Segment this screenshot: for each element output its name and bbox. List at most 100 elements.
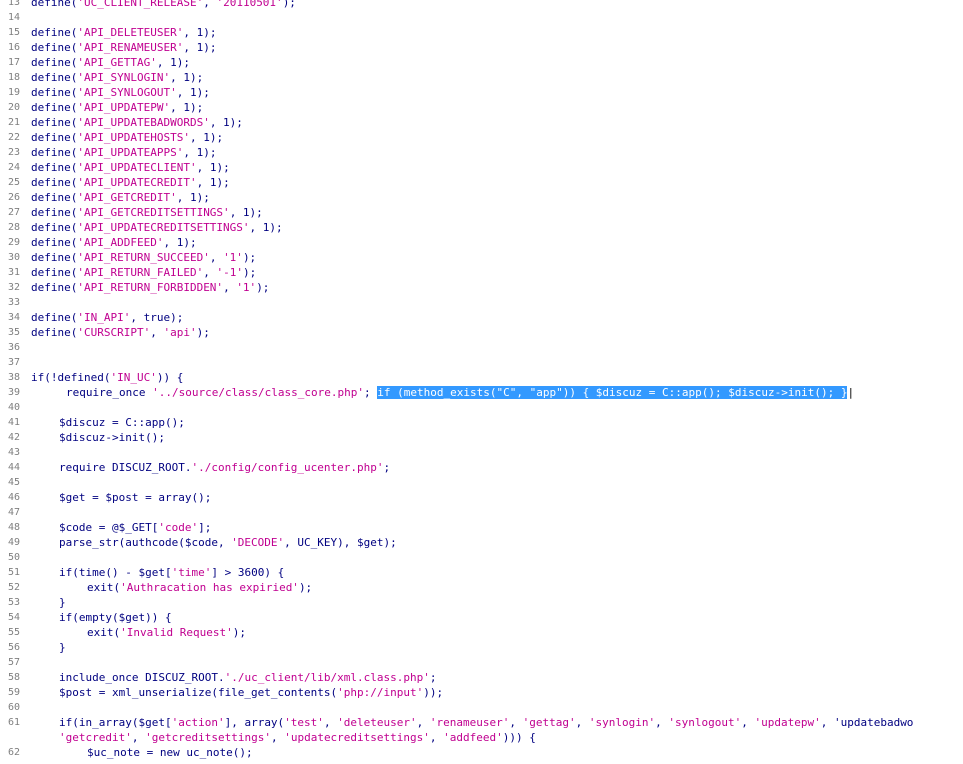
code-line[interactable]: 15 define('API_DELETEUSER', 1); <box>0 25 963 40</box>
line-number: 24 <box>7 162 20 173</box>
string-literal: 'CURSCRIPT' <box>77 326 151 339</box>
code-line[interactable]: 54 if(empty($get)) { <box>0 610 963 625</box>
code-line[interactable]: 47 <box>0 505 963 520</box>
code-line[interactable]: 37 <box>0 355 963 370</box>
code-text: $discuz = C::app(); <box>59 416 185 429</box>
code-text: $uc_note = new uc_note(); <box>87 746 253 759</box>
line-number: 39 <box>7 387 20 398</box>
line-number: 42 <box>7 432 20 443</box>
code-line-wrapped[interactable]: 'getcredit', 'getcreditsettings', 'updat… <box>0 730 963 745</box>
string-literal: 'updatecreditsettings' <box>284 731 430 744</box>
code-line[interactable]: 49 parse_str(authcode($code, 'DECODE', UC… <box>0 535 963 550</box>
code-text: $code = @$_GET['code']; <box>59 521 212 534</box>
line-number: 26 <box>7 192 20 203</box>
line-number: 56 <box>7 642 20 653</box>
code-text: define('API_RETURN_SUCCEED', '1'); <box>31 251 257 264</box>
code-line[interactable]: 58 include_once DISCUZ_ROOT.'./uc_client/… <box>0 670 963 685</box>
code-line[interactable]: 61 if(in_array($get['action'], array('tes… <box>0 715 963 730</box>
string-literal: 'DECODE' <box>231 536 285 549</box>
code-line[interactable]: 50 <box>0 550 963 565</box>
code-text: if(in_array($get['action'], array('test'… <box>59 716 914 729</box>
code-line[interactable]: 34 define('IN_API', true); <box>0 310 963 325</box>
selected-text[interactable]: if (method_exists("C", "app")) { $discuz… <box>377 386 848 399</box>
code-line[interactable]: 36 <box>0 340 963 355</box>
code-line[interactable]: 44 require DISCUZ_ROOT.'./config/config_u… <box>0 460 963 475</box>
code-line[interactable]: 25 define('API_UPDATECREDIT', 1); <box>0 175 963 190</box>
code-line[interactable]: 23 define('API_UPDATEAPPS', 1); <box>0 145 963 160</box>
code-editor[interactable]: 13 define('UC_CLIENT_RELEASE', '20110501'… <box>0 0 963 760</box>
code-line[interactable]: 35 define('CURSCRIPT', 'api'); <box>0 325 963 340</box>
code-text: } <box>59 641 66 654</box>
string-literal: 'synlogin' <box>588 716 656 729</box>
code-text: define('API_GETTAG', 1); <box>31 56 190 69</box>
code-text: define('UC_CLIENT_RELEASE', '20110501'); <box>31 0 296 10</box>
string-literal: 'API_UPDATEPW' <box>77 101 171 114</box>
line-number: 31 <box>7 267 20 278</box>
code-line[interactable]: 32 define('API_RETURN_FORBIDDEN', '1'); <box>0 280 963 295</box>
code-line[interactable]: 28 define('API_UPDATECREDITSETTINGS', 1); <box>0 220 963 235</box>
code-line[interactable]: 17 define('API_GETTAG', 1); <box>0 55 963 70</box>
code-line[interactable]: 39 require_once '../source/class/class_co… <box>0 385 963 400</box>
code-line[interactable]: 22 define('API_UPDATEHOSTS', 1); <box>0 130 963 145</box>
string-literal: 'IN_UC' <box>110 371 157 384</box>
code-line[interactable]: 21 define('API_UPDATEBADWORDS', 1); <box>0 115 963 130</box>
code-text: require_once '../source/class/class_core… <box>66 385 854 400</box>
code-text: $get = $post = array(); <box>59 491 212 504</box>
code-text: define('API_UPDATEPW', 1); <box>31 101 204 114</box>
code-line[interactable]: 27 define('API_GETCREDITSETTINGS', 1); <box>0 205 963 220</box>
string-literal: 'renameuser' <box>429 716 510 729</box>
code-line[interactable]: 60 <box>0 700 963 715</box>
code-line[interactable]: 26 define('API_GETCREDIT', 1); <box>0 190 963 205</box>
string-literal: 'Invalid Request' <box>120 626 233 639</box>
line-number: 51 <box>7 567 20 578</box>
code-text: if(empty($get)) { <box>59 611 172 624</box>
line-number: 40 <box>7 402 20 413</box>
code-line[interactable]: 46 $get = $post = array(); <box>0 490 963 505</box>
code-line[interactable]: 29 define('API_ADDFEED', 1); <box>0 235 963 250</box>
code-line[interactable]: 13 define('UC_CLIENT_RELEASE', '20110501'… <box>0 0 963 10</box>
code-line[interactable]: 14 <box>0 10 963 25</box>
code-line[interactable]: 57 <box>0 655 963 670</box>
code-text: $post = xml_unserialize(file_get_content… <box>59 686 444 699</box>
string-literal: 'addfeed' <box>443 731 503 744</box>
line-number: 36 <box>7 342 20 353</box>
code-text: parse_str(authcode($code, 'DECODE', UC_K… <box>59 536 397 549</box>
code-text: require DISCUZ_ROOT.'./config/config_uce… <box>59 461 391 474</box>
code-line[interactable]: 19 define('API_SYNLOGOUT', 1); <box>0 85 963 100</box>
code-line[interactable]: 42 $discuz->init(); <box>0 430 963 445</box>
string-literal: 'API_UPDATECREDIT' <box>77 176 197 189</box>
line-number: 25 <box>7 177 20 188</box>
code-line[interactable]: 33 <box>0 295 963 310</box>
code-line[interactable]: 24 define('API_UPDATECLIENT', 1); <box>0 160 963 175</box>
code-text: define('CURSCRIPT', 'api'); <box>31 326 210 339</box>
code-line[interactable]: 41 $discuz = C::app(); <box>0 415 963 430</box>
string-literal: '20110501' <box>216 0 283 9</box>
code-line[interactable]: 53} <box>0 595 963 610</box>
code-line[interactable]: 48 $code = @$_GET['code']; <box>0 520 963 535</box>
code-line[interactable]: 45 <box>0 475 963 490</box>
code-text: define('API_RETURN_FAILED', '-1'); <box>31 266 257 279</box>
code-line[interactable]: 30 define('API_RETURN_SUCCEED', '1'); <box>0 250 963 265</box>
line-number: 29 <box>7 237 20 248</box>
code-line[interactable]: 18 define('API_SYNLOGIN', 1); <box>0 70 963 85</box>
string-literal: 'API_RENAMEUSER' <box>77 41 184 54</box>
code-line[interactable]: 55 exit('Invalid Request'); <box>0 625 963 640</box>
code-line[interactable]: 51 if(time() - $get['time'] > 3600) { <box>0 565 963 580</box>
code-text: define('IN_API', true); <box>31 311 184 324</box>
code-line[interactable]: 38 if(!defined('IN_UC')) { <box>0 370 963 385</box>
code-line[interactable]: 59 $post = xml_unserialize(file_get_conte… <box>0 685 963 700</box>
code-line[interactable]: 20 define('API_UPDATEPW', 1); <box>0 100 963 115</box>
code-line[interactable]: 52 exit('Authracation has expiried'); <box>0 580 963 595</box>
code-text-require: require_once '../source/class/class_core… <box>66 386 378 399</box>
line-number: 45 <box>7 477 20 488</box>
code-line[interactable]: 16 define('API_RENAMEUSER', 1); <box>0 40 963 55</box>
string-literal: 'API_UPDATEBADWORDS' <box>77 116 210 129</box>
code-line[interactable]: 40 <box>0 400 963 415</box>
code-line[interactable]: 56} <box>0 640 963 655</box>
code-text: define('API_ADDFEED', 1); <box>31 236 197 249</box>
code-text: define('API_UPDATECLIENT', 1); <box>31 161 230 174</box>
code-line[interactable]: 31 define('API_RETURN_FAILED', '-1'); <box>0 265 963 280</box>
string-literal: 'API_UPDATEHOSTS' <box>77 131 190 144</box>
code-line[interactable]: 43 <box>0 445 963 460</box>
code-line[interactable]: 62 $uc_note = new uc_note(); <box>0 745 963 760</box>
